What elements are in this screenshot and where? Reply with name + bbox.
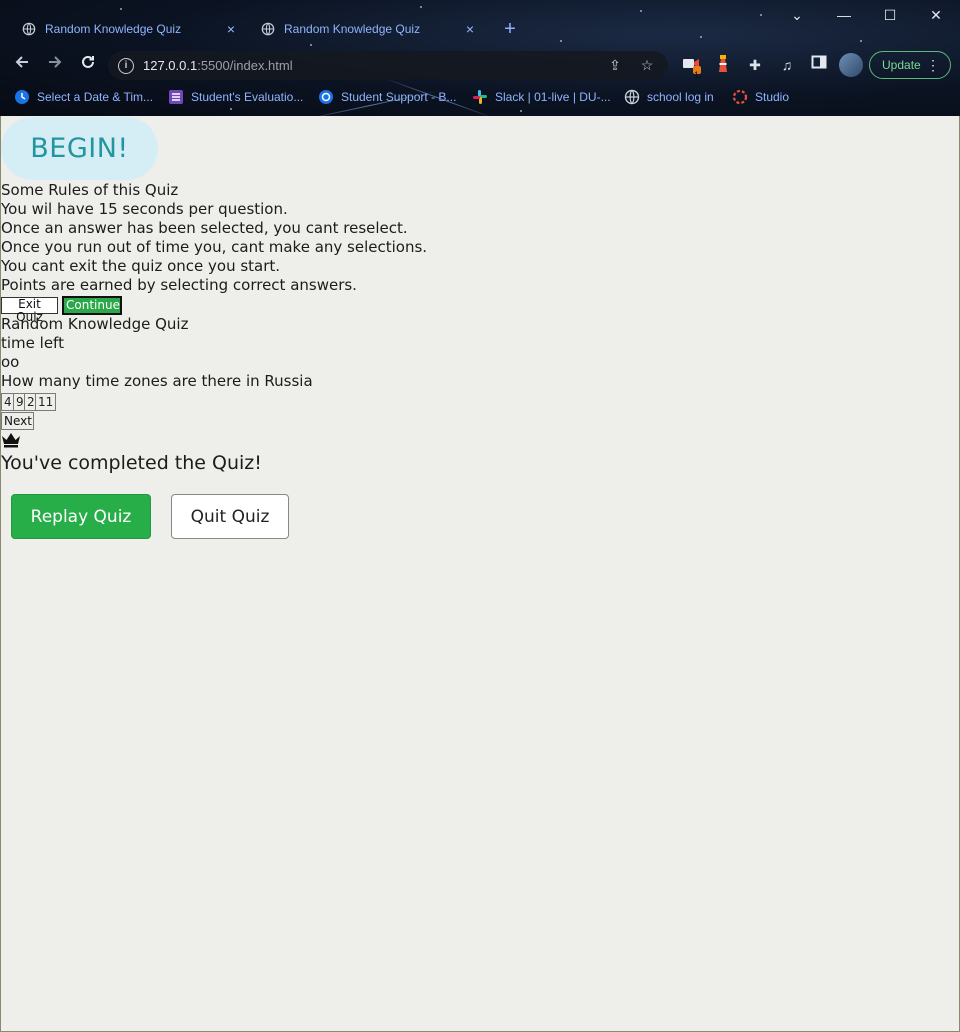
tab-title: Random Knowledge Quiz (45, 22, 182, 36)
url-path: :5500/index.html (197, 58, 293, 73)
extension-lighthouse-icon[interactable] (712, 54, 734, 76)
studio-icon (732, 89, 748, 105)
bookmark-item-6[interactable]: Studio (732, 87, 789, 107)
bookmark-item-1[interactable]: Select a Date & Tim... (14, 87, 153, 107)
reload-button[interactable] (76, 53, 100, 77)
timer-label: time left (1, 334, 64, 352)
extension-video-icon[interactable]: 1 (680, 54, 702, 80)
minimize-button[interactable]: — (821, 4, 867, 26)
lighthouse-icon (719, 55, 727, 72)
bookmark-item-3[interactable]: Student Support - B... (318, 87, 456, 107)
url-host: 127.0.0.1 (143, 58, 198, 73)
rule-item: Points are earned by selecting correct a… (1, 276, 357, 294)
exit-quiz-button[interactable]: Exit Quiz (1, 297, 58, 324)
globe-icon (261, 22, 275, 36)
close-window-button[interactable]: ✕ (913, 4, 959, 26)
url-text[interactable]: 127.0.0.1:5500/index.html (143, 58, 594, 73)
tab-close-icon[interactable]: × (222, 21, 240, 37)
clock-icon (15, 90, 29, 104)
tab-close-icon[interactable]: × (461, 21, 479, 37)
slack-icon (473, 90, 487, 104)
background-star (860, 40, 862, 42)
next-button[interactable]: Next (1, 412, 34, 430)
bookmark-star-icon[interactable]: ☆ (636, 57, 658, 74)
background-star (520, 110, 522, 112)
background-star (700, 36, 702, 38)
answer-option[interactable]: 11 (35, 393, 57, 411)
background-star (230, 108, 232, 110)
bookmark-label: Student Support - B... (341, 90, 457, 104)
browser-tab-1[interactable]: Random Knowledge Quiz × (12, 12, 250, 46)
bookmark-label: Slack | 01-live | DU-... (495, 90, 611, 104)
site-info-icon[interactable]: i (118, 57, 134, 74)
forward-button[interactable] (43, 53, 67, 77)
extension-badge: 1 (694, 70, 700, 80)
question-text: How many time zones are there in Russia (1, 372, 313, 390)
completion-message: You've completed the Quiz! (1, 452, 262, 474)
bookmark-item-2[interactable]: Student's Evaluatio... (168, 87, 303, 107)
form-icon (169, 90, 183, 104)
browser-tab-2[interactable]: Random Knowledge Quiz × (251, 12, 489, 46)
media-playlist-icon[interactable]: ♫ (776, 54, 798, 76)
tab-title: Random Knowledge Quiz (284, 22, 421, 36)
bookmark-label: Select a Date & Tim... (37, 90, 154, 104)
background-star (640, 10, 642, 12)
update-label: Update (882, 58, 921, 72)
bookmark-label: school log in (647, 90, 714, 104)
profile-avatar[interactable] (839, 53, 863, 77)
begin-button[interactable]: BEGIN! (1, 117, 158, 180)
bookmark-label: Student's Evaluatio... (191, 90, 304, 104)
bookmark-item-4[interactable]: Slack | 01-live | DU-... (472, 87, 611, 107)
bookmark-item-5[interactable]: school log in (624, 87, 714, 107)
sidebar-icon (811, 55, 827, 69)
crown-icon (2, 433, 20, 448)
browser-chrome: Random Knowledge Quiz × Random Knowledge… (0, 0, 960, 116)
support-icon (319, 90, 333, 104)
continue-button[interactable]: Continue (62, 296, 122, 315)
new-tab-button[interactable]: + (500, 18, 520, 40)
tab-search-icon[interactable]: ⌄ (774, 4, 820, 26)
update-button[interactable]: Update ⋮ (869, 51, 951, 79)
background-star (760, 14, 762, 16)
forward-arrow-icon (49, 56, 62, 68)
globe-icon (624, 89, 640, 105)
rule-item: Once you run out of time you, cant make … (1, 238, 428, 256)
maximize-button[interactable]: ☐ (867, 4, 913, 26)
replay-quiz-button[interactable]: Replay Quiz (11, 494, 151, 539)
menu-kebab-icon[interactable]: ⋮ (926, 55, 940, 75)
extensions-puzzle-icon[interactable]: ✚ (744, 54, 766, 76)
bookmark-label: Studio (755, 90, 790, 104)
side-panel-icon[interactable] (808, 54, 830, 76)
share-icon[interactable]: ⇪ (604, 57, 626, 74)
rule-item: You wil have 15 seconds per question. (1, 200, 288, 218)
back-arrow-icon (15, 56, 28, 68)
background-star (420, 6, 422, 8)
quit-quiz-button[interactable]: Quit Quiz (171, 494, 289, 539)
quiz-title: Random Knowledge Quiz (1, 315, 189, 333)
window-border-left (0, 116, 1, 1032)
background-star (560, 40, 562, 42)
background-star (120, 8, 122, 10)
rule-item: Once an answer has been selected, you ca… (1, 219, 408, 237)
rule-item: You cant exit the quiz once you start. (1, 257, 281, 275)
rules-title: Some Rules of this Quiz (1, 181, 179, 199)
reload-icon (82, 55, 94, 68)
globe-icon (22, 22, 36, 36)
back-button[interactable] (10, 53, 34, 77)
address-bar[interactable]: i 127.0.0.1:5500/index.html ⇪ ☆ (108, 51, 668, 80)
quiz-page: BEGIN! Some Rules of this Quiz You wil h… (0, 116, 960, 1032)
timer-value: oo (1, 353, 20, 371)
